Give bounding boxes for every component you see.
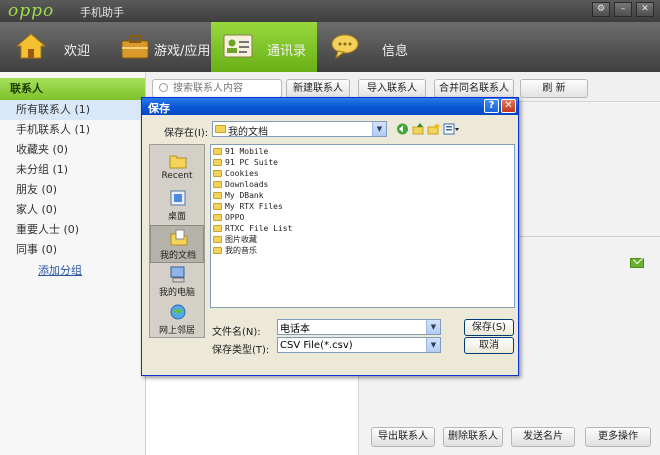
- refresh-button[interactable]: 刷 新: [520, 79, 588, 98]
- filetype-label: 保存类型(T):: [212, 345, 270, 356]
- folder-icon: [213, 170, 222, 177]
- export-contacts-button[interactable]: 导出联系人: [371, 427, 435, 447]
- app-title: 手机助手: [80, 6, 124, 19]
- main-nav: 欢迎 游戏/应用 通讯录 信息: [0, 22, 660, 72]
- folder-icon: [213, 181, 222, 188]
- folder-icon: [213, 236, 222, 243]
- nav-label-messages: 信息: [382, 44, 409, 59]
- nav-label-apps: 游戏/应用: [154, 44, 211, 59]
- home-icon: [16, 33, 46, 59]
- folder-icon: [213, 159, 222, 166]
- my-computer-icon: [170, 266, 185, 283]
- chevron-down-icon[interactable]: ▼: [426, 320, 440, 334]
- close-window-button[interactable]: ✕: [636, 2, 654, 17]
- place-my-computer[interactable]: 我的电脑: [150, 263, 204, 301]
- save-in-label: 保存在(I):: [164, 128, 209, 139]
- contacts-icon: [223, 34, 253, 58]
- filename-combo[interactable]: ▼: [277, 319, 441, 335]
- briefcase-icon: [121, 35, 149, 59]
- place-label-my-documents: 我的文档: [159, 251, 196, 261]
- nav-label-welcome: 欢迎: [64, 44, 91, 59]
- place-label-recent: Recent: [161, 171, 193, 181]
- sidebar-item-family[interactable]: 家人 (0): [0, 200, 145, 220]
- place-network[interactable]: 网上邻居: [150, 301, 204, 339]
- view-menu-icon[interactable]: [443, 123, 460, 135]
- folder-icon: [213, 192, 222, 199]
- new-folder-icon[interactable]: [427, 123, 440, 135]
- import-contacts-button[interactable]: 导入联系人: [358, 79, 426, 98]
- places-bar: Recent 桌面 我的文档 我的电脑 网上邻居: [149, 144, 205, 338]
- my-documents-icon: [170, 229, 188, 246]
- sidebar-item-vip[interactable]: 重要人士 (0): [0, 220, 145, 240]
- contact-groups-sidebar: 联系人 所有联系人 (1) 手机联系人 (1) 收藏夹 (0) 未分组 (1) …: [0, 72, 146, 455]
- folder-icon: [213, 247, 222, 254]
- oppo-logo: oppo: [8, 1, 55, 21]
- save-in-dropdown[interactable]: 我的文档 ▼: [212, 121, 387, 138]
- place-label-my-computer: 我的电脑: [158, 288, 195, 298]
- network-places-icon: [170, 304, 186, 320]
- add-group-link[interactable]: 添加分组: [0, 260, 145, 282]
- search-box[interactable]: [152, 79, 282, 98]
- nav-label-contacts: 通讯录: [267, 44, 307, 59]
- filetype-combo[interactable]: ▼: [277, 337, 441, 353]
- dialog-title-bar: 保存 ? ✕: [142, 98, 518, 115]
- save-button[interactable]: 保存(S): [464, 319, 514, 336]
- dialog-close-button[interactable]: ✕: [501, 99, 516, 113]
- desktop-icon: [170, 190, 186, 206]
- filename-input[interactable]: [280, 321, 424, 333]
- save-dialog: 保存 ? ✕ 保存在(I): 我的文档 ▼ Recent 桌面 我的文档 我的电…: [141, 97, 519, 376]
- chevron-down-icon[interactable]: ▼: [426, 338, 440, 352]
- nav-item-messages[interactable]: 信息: [322, 22, 422, 72]
- more-actions-button[interactable]: 更多操作: [585, 427, 651, 447]
- chevron-down-icon[interactable]: ▼: [372, 122, 386, 136]
- nav-item-welcome[interactable]: 欢迎: [0, 22, 100, 72]
- folder-icon: [215, 125, 226, 133]
- recent-folder-icon: [169, 155, 187, 169]
- filetype-select[interactable]: [280, 339, 424, 351]
- up-folder-icon[interactable]: [412, 123, 425, 135]
- nav-item-contacts[interactable]: 通讯录: [211, 22, 317, 72]
- minimize-button[interactable]: –: [614, 2, 632, 17]
- folder-icon: [213, 148, 222, 155]
- filename-label: 文件名(N):: [212, 327, 261, 338]
- folder-icon: [213, 214, 222, 221]
- place-label-desktop: 桌面: [167, 212, 186, 222]
- send-card-button[interactable]: 发送名片: [511, 427, 575, 447]
- sidebar-item-phone-contacts[interactable]: 手机联系人 (1): [0, 120, 145, 140]
- sidebar-header: 联系人: [0, 72, 145, 100]
- mail-icon[interactable]: [630, 258, 644, 268]
- speech-bubble-icon: [331, 34, 359, 59]
- dialog-title: 保存: [148, 102, 170, 115]
- sidebar-item-all-contacts[interactable]: 所有联系人 (1): [0, 100, 145, 120]
- sidebar-item-colleagues[interactable]: 同事 (0): [0, 240, 145, 260]
- help-button[interactable]: ?: [484, 99, 499, 113]
- title-bar: oppo 手机助手 ⚙ – ✕: [0, 0, 660, 22]
- search-icon: [159, 83, 168, 92]
- place-recent[interactable]: Recent: [150, 149, 204, 187]
- merge-contacts-button[interactable]: 合并同名联系人: [434, 79, 514, 98]
- folder-icon: [213, 225, 222, 232]
- file-list[interactable]: 91 Mobile 91 PC Suite Cookies Downloads …: [210, 144, 515, 308]
- save-in-value: 我的文档: [228, 127, 268, 138]
- back-icon[interactable]: [396, 123, 409, 135]
- folder-icon: [213, 203, 222, 210]
- cancel-button[interactable]: 取消: [464, 337, 514, 354]
- sidebar-item-favorites[interactable]: 收藏夹 (0): [0, 140, 145, 160]
- place-label-network: 网上邻居: [158, 326, 195, 336]
- delete-contact-button[interactable]: 删除联系人: [443, 427, 503, 447]
- place-my-documents[interactable]: 我的文档: [150, 225, 204, 263]
- nav-item-apps[interactable]: 游戏/应用: [104, 22, 212, 72]
- sidebar-item-friends[interactable]: 朋友 (0): [0, 180, 145, 200]
- sidebar-item-ungrouped[interactable]: 未分组 (1): [0, 160, 145, 180]
- new-contact-button[interactable]: 新建联系人: [286, 79, 350, 98]
- place-desktop[interactable]: 桌面: [150, 187, 204, 225]
- settings-button[interactable]: ⚙: [592, 2, 610, 17]
- search-input[interactable]: [173, 81, 277, 96]
